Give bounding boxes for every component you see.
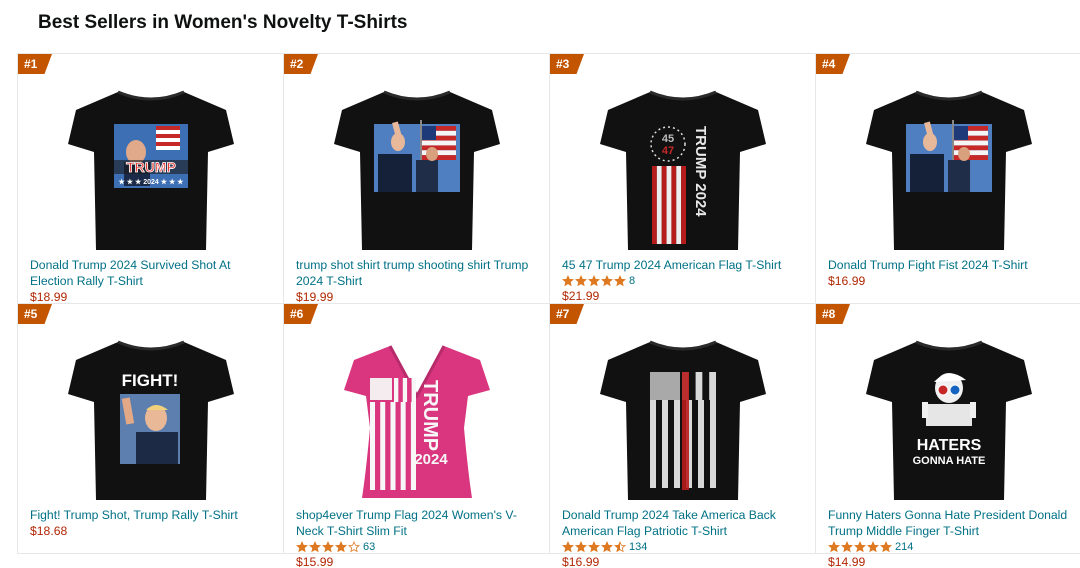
- product-price: $14.99: [828, 555, 866, 568]
- graphic-text: GONNA HATE: [912, 455, 985, 467]
- graphic-text: ★ ★ ★ 2024 ★ ★ ★: [118, 178, 184, 186]
- product-price: $16.99: [828, 274, 866, 288]
- star-icon: [296, 540, 308, 553]
- product-card[interactable]: #3 45 47 TRUMP 2024 45 47 Trump 2024 Ame…: [549, 54, 815, 304]
- graphic-text: TRUMP: [419, 380, 441, 451]
- product-image[interactable]: HATERS GONNA HATE: [864, 332, 1034, 504]
- star-icon: [575, 274, 587, 287]
- graphic-text: 47: [661, 145, 673, 157]
- rating-row[interactable]: 8: [562, 273, 807, 288]
- rating-row[interactable]: 214: [828, 539, 1073, 554]
- tshirt-graphic: TRUMP 2024: [343, 345, 490, 498]
- graphic-text: 45: [661, 133, 673, 145]
- product-title-link[interactable]: shop4ever Trump Flag 2024 Women's V-Neck…: [296, 507, 541, 539]
- product-image[interactable]: [332, 82, 502, 254]
- product-image[interactable]: FIGHT!: [66, 332, 236, 504]
- rank-badge: #7: [550, 304, 584, 324]
- rank-badge: #5: [18, 304, 52, 324]
- product-image[interactable]: [864, 82, 1034, 254]
- star-icon: [854, 540, 866, 553]
- product-card[interactable]: #4 Donald Trump Fight Fist 2024 T-Shirt …: [815, 54, 1080, 304]
- tshirt-graphic: [333, 90, 500, 250]
- star-rating[interactable]: [562, 540, 626, 553]
- star-icon: [588, 540, 600, 553]
- star-rating[interactable]: [828, 540, 892, 553]
- rank-badge: #6: [284, 304, 318, 324]
- star-icon: [841, 540, 853, 553]
- star-icon: [309, 540, 321, 553]
- product-card[interactable]: #1 TRUMP ★ ★ ★ 2024 ★ ★ ★ Donald Trump 2…: [17, 54, 283, 304]
- review-count[interactable]: 214: [895, 539, 913, 555]
- tshirt-graphic: FIGHT!: [67, 340, 234, 500]
- star-icon: [348, 540, 360, 553]
- rating-row[interactable]: 134: [562, 539, 807, 554]
- star-icon: [828, 540, 840, 553]
- star-icon: [880, 540, 892, 553]
- rank-badge: #4: [816, 54, 850, 74]
- product-title-link[interactable]: Funny Haters Gonna Hate President Donald…: [828, 507, 1073, 539]
- star-icon: [601, 274, 613, 287]
- product-title-link[interactable]: Donald Trump 2024 Survived Shot At Elect…: [30, 257, 275, 289]
- product-title-link[interactable]: Fight! Trump Shot, Trump Rally T-Shirt: [30, 507, 275, 523]
- product-price: $16.99: [562, 555, 600, 568]
- star-icon: [335, 540, 347, 553]
- review-count[interactable]: 8: [629, 273, 635, 289]
- star-icon: [867, 540, 879, 553]
- star-icon: [588, 274, 600, 287]
- product-card[interactable]: #5 FIGHT! Fight! Trump Shot, Trump Rally…: [17, 304, 283, 554]
- tshirt-graphic: TRUMP ★ ★ ★ 2024 ★ ★ ★: [67, 90, 234, 250]
- product-card[interactable]: #6 TRUMP 2024 shop4ever Trump Flag 2024 …: [283, 304, 549, 568]
- rating-row[interactable]: 63: [296, 539, 541, 554]
- rank-badge: #8: [816, 304, 850, 324]
- product-price: $15.99: [296, 555, 334, 568]
- product-price: $18.68: [30, 524, 68, 538]
- tshirt-graphic: [865, 90, 1032, 250]
- star-icon: [562, 540, 574, 553]
- star-icon: [614, 274, 626, 287]
- tshirt-graphic: 45 47 TRUMP 2024: [599, 90, 766, 250]
- star-rating[interactable]: [562, 274, 626, 287]
- product-card[interactable]: #7 Donald Trump 2024 Take America Back A…: [549, 304, 815, 568]
- star-icon: [614, 540, 626, 553]
- graphic-text: HATERS: [916, 437, 981, 454]
- product-price: $18.99: [30, 290, 68, 304]
- tshirt-graphic: HATERS GONNA HATE: [865, 340, 1032, 500]
- product-card[interactable]: #8 HATERS GONNA HATE Funny Haters Gonna …: [815, 304, 1080, 568]
- rank-badge: #1: [18, 54, 52, 74]
- product-image[interactable]: TRUMP 2024: [332, 332, 502, 504]
- graphic-text: FIGHT!: [121, 371, 178, 390]
- star-icon: [601, 540, 613, 553]
- product-image[interactable]: [598, 332, 768, 504]
- product-price: $21.99: [562, 289, 600, 303]
- graphic-text: TRUMP 2024: [692, 126, 709, 217]
- star-icon: [322, 540, 334, 553]
- product-image[interactable]: 45 47 TRUMP 2024: [598, 82, 768, 254]
- product-card[interactable]: #2 trump shot shirt trump shooting shirt…: [283, 54, 549, 304]
- tshirt-graphic: [599, 340, 766, 500]
- product-title-link[interactable]: Donald Trump 2024 Take America Back Amer…: [562, 507, 807, 539]
- star-icon: [562, 274, 574, 287]
- product-grid: #1 TRUMP ★ ★ ★ 2024 ★ ★ ★ Donald Trump 2…: [17, 53, 1080, 568]
- page-title: Best Sellers in Women's Novelty T-Shirts: [38, 12, 408, 33]
- graphic-text: 2024: [414, 451, 448, 468]
- rank-badge: #2: [284, 54, 318, 74]
- product-title-link[interactable]: 45 47 Trump 2024 American Flag T-Shirt: [562, 257, 807, 273]
- rank-badge: #3: [550, 54, 584, 74]
- product-image[interactable]: TRUMP ★ ★ ★ 2024 ★ ★ ★: [66, 82, 236, 254]
- star-rating[interactable]: [296, 540, 360, 553]
- product-title-link[interactable]: trump shot shirt trump shooting shirt Tr…: [296, 257, 541, 289]
- product-title-link[interactable]: Donald Trump Fight Fist 2024 T-Shirt: [828, 257, 1073, 273]
- star-icon: [575, 540, 587, 553]
- review-count[interactable]: 134: [629, 539, 647, 555]
- graphic-text: TRUMP: [126, 159, 176, 175]
- product-price: $19.99: [296, 290, 334, 304]
- review-count[interactable]: 63: [363, 539, 375, 555]
